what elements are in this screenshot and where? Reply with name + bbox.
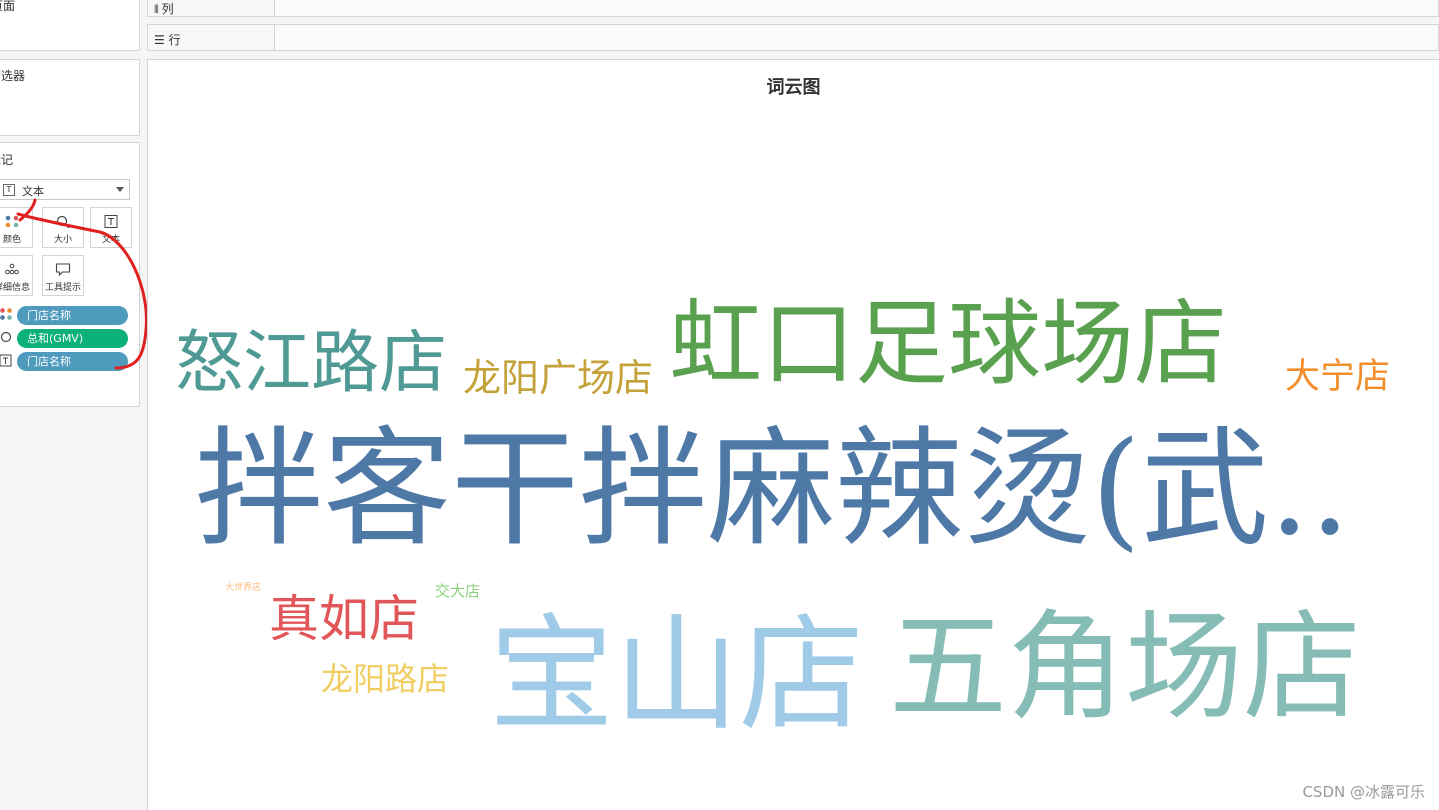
word-hongkou-stadium[interactable]: 虹口足球场店: [669, 298, 1227, 391]
columns-drop-area[interactable]: [274, 0, 1438, 16]
word-daning[interactable]: 大宁店: [1285, 360, 1390, 395]
word-longyang-road[interactable]: 龙阳路店: [321, 663, 449, 695]
word-zhenru[interactable]: 真如店: [269, 594, 419, 644]
viz-title: 词云图: [766, 77, 821, 98]
word-baoshan[interactable]: 宝山店: [489, 613, 864, 738]
word-longyang-plaza[interactable]: 龙阳广场店: [463, 359, 653, 397]
rows-drop-area[interactable]: [274, 25, 1438, 50]
word-cloud-view[interactable]: 词云图 怒江路店 龙阳广场店 虹口足球场店 大宁店 拌客干拌麻辣烫(武.. 大世…: [147, 59, 1439, 810]
rows-shelf[interactable]: ☰ 行: [147, 24, 1439, 51]
word-banke[interactable]: 拌客干拌麻辣烫(武..: [195, 426, 1350, 554]
word-wujiaochang[interactable]: 五角场店: [889, 608, 1361, 726]
red-annotation-stroke: [16, 198, 148, 370]
word-jiaoda[interactable]: 交大店: [435, 584, 480, 599]
word-dashijie[interactable]: 大世界店: [225, 584, 261, 593]
word-nujiang-road[interactable]: 怒江路店: [175, 330, 447, 398]
columns-shelf[interactable]: ⦀ 列: [147, 0, 1439, 17]
csdn-watermark: CSDN @冰露可乐: [1302, 783, 1425, 801]
